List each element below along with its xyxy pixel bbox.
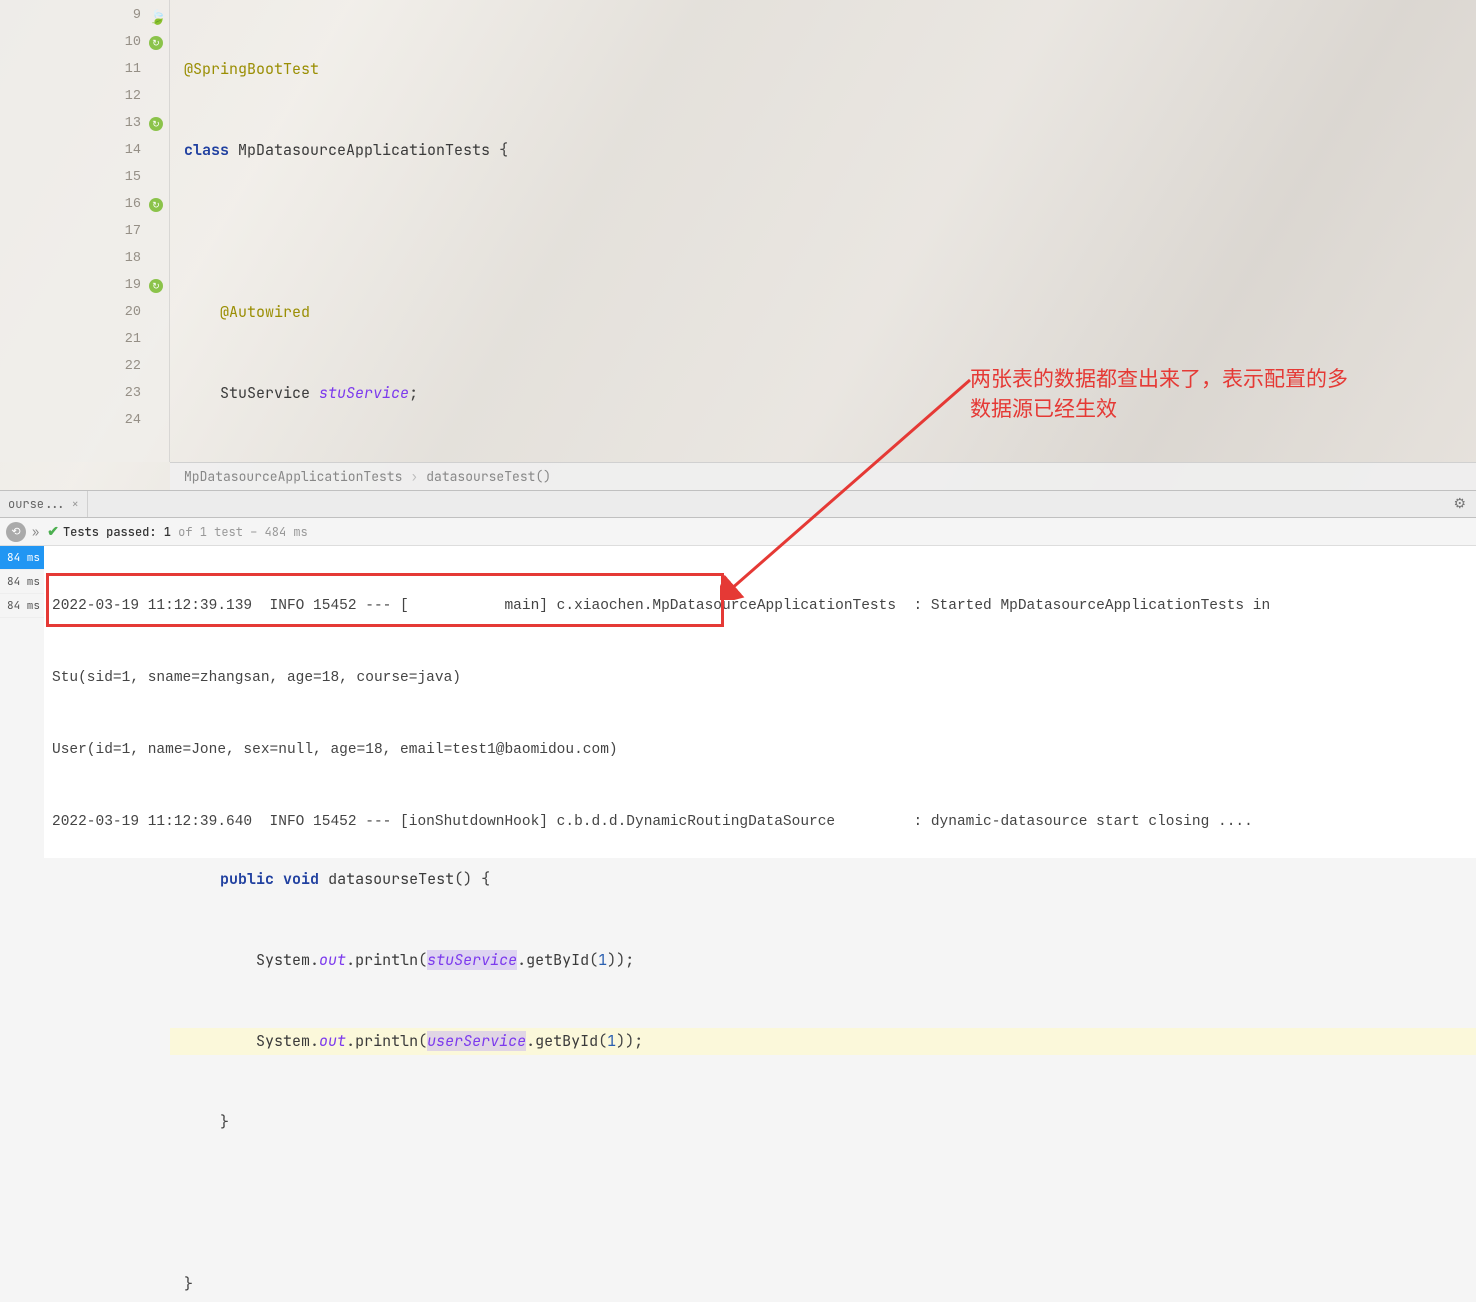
line-number: 9 [133, 8, 141, 23]
test-summary: Tests passed: 1 of 1 test – 484 ms [63, 524, 308, 540]
console-line: User(id=1, name=Jone, sex=null, age=18, … [52, 738, 1476, 762]
line-number: 13 [125, 116, 141, 131]
annotation: @Autowired [220, 302, 310, 322]
close-icon[interactable]: × [72, 496, 79, 512]
line-number: 12 [125, 89, 141, 104]
line-number: 24 [125, 413, 141, 428]
chevron-right-icon[interactable]: » [32, 524, 39, 540]
console-line: 2022-03-19 11:12:39.640 INFO 15452 --- [… [52, 810, 1476, 834]
keyword: void [283, 869, 319, 889]
field-ref: stuService [427, 950, 517, 970]
line-number: 19 [125, 278, 141, 293]
field: stuService [319, 383, 409, 403]
line-number: 17 [125, 224, 141, 239]
tab-label: ourse... [8, 496, 66, 512]
timing-pill[interactable]: 84 ms [0, 546, 44, 570]
line-number: 11 [125, 62, 141, 77]
run-gutter-icon[interactable]: ↻ [149, 117, 163, 131]
check-icon: ✔ [47, 523, 59, 541]
timing-pill: 84 ms [0, 570, 44, 594]
timing-column: 84 ms 84 ms 84 ms [0, 546, 44, 618]
run-gutter-icon[interactable]: ↻ [149, 36, 163, 50]
test-status-bar: ⟲ » ✔ Tests passed: 1 of 1 test – 484 ms [0, 518, 1476, 546]
line-gutter: 9🍃 10↻ 11 12 13↻ 14 15 16↻ 17 18 19↻ 20 … [0, 0, 170, 462]
gear-icon[interactable]: ⚙ [1443, 495, 1476, 513]
console-tab[interactable]: ourse... × [0, 491, 88, 517]
breadcrumb-item[interactable]: MpDatasourceApplicationTests [184, 468, 402, 485]
class-name: MpDatasourceApplicationTests [238, 140, 490, 160]
timing-pill: 84 ms [0, 594, 44, 618]
run-gutter-icon[interactable]: ↻ [149, 198, 163, 212]
console-line: 2022-03-19 11:12:39.139 INFO 15452 --- [… [52, 594, 1476, 618]
type: StuService [220, 383, 310, 403]
line-number: 10 [125, 35, 141, 50]
field-ref: userService [427, 1031, 526, 1051]
method-name: datasourseTest [328, 869, 454, 889]
line-number: 18 [125, 251, 141, 266]
line-number: 14 [125, 143, 141, 158]
annotation: @SpringBootTest [184, 59, 319, 79]
console-output[interactable]: 2022-03-19 11:12:39.139 INFO 15452 --- [… [44, 546, 1476, 858]
keyword: class [184, 140, 229, 160]
breadcrumb-item[interactable]: datasourseTest() [426, 468, 551, 485]
run-gutter-icon[interactable]: ↻ [149, 279, 163, 293]
line-number: 22 [125, 359, 141, 374]
line-number: 21 [125, 332, 141, 347]
console-tab-bar: ourse... × ⚙ [0, 490, 1476, 518]
history-icon[interactable]: ⟲ [6, 522, 26, 542]
console-line: Stu(sid=1, sname=zhangsan, age=18, cours… [52, 666, 1476, 690]
keyword: public [220, 869, 274, 889]
annotation-text: 两张表的数据都查出来了，表示配置的多 数据源已经生效 [970, 365, 1348, 425]
line-number: 20 [125, 305, 141, 320]
spring-leaf-icon[interactable]: 🍃 [149, 9, 163, 23]
line-number: 15 [125, 170, 141, 185]
chevron-right-icon: › [410, 468, 418, 485]
breadcrumb[interactable]: MpDatasourceApplicationTests › datasours… [170, 462, 1476, 490]
line-number: 23 [125, 386, 141, 401]
line-number: 16 [125, 197, 141, 212]
